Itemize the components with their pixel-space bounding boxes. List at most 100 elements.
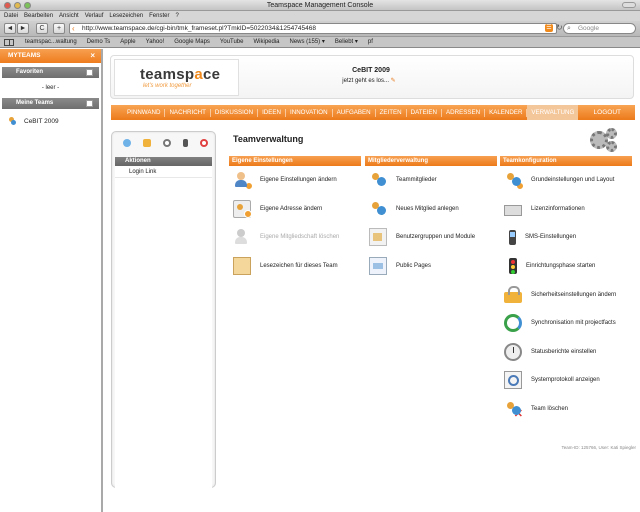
team-icon <box>8 117 17 126</box>
nav-nachricht[interactable]: NACHRICHT <box>165 108 211 117</box>
menu-fenster[interactable]: Fenster <box>149 11 169 21</box>
toolbar-toggle-button[interactable] <box>622 2 636 8</box>
add-bookmark-button[interactable]: + <box>53 23 65 34</box>
nav-aufgaben[interactable]: AUFGABEN <box>333 108 376 117</box>
user-delete-icon <box>233 228 251 246</box>
close-icon[interactable]: × <box>90 49 95 63</box>
url-field[interactable]: ‹ http://www.teamspace.de/cgi-bin/tmk_fr… <box>69 23 557 34</box>
sidebar-team-item[interactable]: CeBIT 2009 <box>0 109 101 126</box>
address-card-icon <box>233 199 252 218</box>
nav-zeiten[interactable]: ZEITEN <box>376 108 407 117</box>
bookmark-item[interactable]: pf <box>363 37 378 47</box>
nav-diskussion[interactable]: DISKUSSION <box>211 108 259 117</box>
bookmark-item[interactable]: Yahoo! <box>141 37 170 47</box>
login-link[interactable]: Login Link <box>115 166 212 178</box>
nav-dateien[interactable]: DATEIEN <box>407 108 443 117</box>
public-pages-icon <box>369 257 387 276</box>
user-groups-icon <box>369 228 387 247</box>
bookmark-icon <box>233 257 251 276</box>
teams-label: Meine Teams <box>16 100 54 106</box>
teams-edit-icon[interactable] <box>86 100 93 107</box>
myteams-header: MYTEAMS × <box>0 49 101 63</box>
nav-verwaltung[interactable]: VERWALTUNG <box>527 105 579 120</box>
public-pages-link[interactable]: Public Pages <box>365 252 497 281</box>
clock-icon <box>504 342 522 361</box>
window-title: Teamspace Management Console <box>266 2 374 9</box>
search-icon: ⌕ <box>567 25 571 32</box>
logout-link[interactable]: LOGOUT <box>594 109 621 116</box>
window-titlebar: Teamspace Management Console <box>0 0 640 11</box>
own-settings-column: Eigene Einstellungen Eigene Einstellunge… <box>229 156 361 280</box>
bookmarks-book-icon[interactable] <box>4 39 14 46</box>
bookmark-item[interactable]: Google Maps <box>169 37 215 47</box>
window-controls <box>4 2 31 9</box>
url-text: http://www.teamspace.de/cgi-bin/tmk_fram… <box>82 25 316 32</box>
menu-verlauf[interactable]: Verlauf <box>85 11 104 21</box>
back-button[interactable]: ◄ <box>4 23 16 34</box>
menu-ansicht[interactable]: Ansicht <box>59 11 79 21</box>
bookmark-item[interactable]: YouTube <box>215 37 249 47</box>
edit-status-icon[interactable]: ✎ <box>391 78 396 84</box>
phone-icon[interactable] <box>183 139 188 147</box>
system-log-link[interactable]: Systemprotokoll anzeigen <box>500 366 632 395</box>
zoom-window-button[interactable] <box>24 2 31 9</box>
member-admin-header: Mitgliederverwaltung <box>365 156 497 166</box>
bookmark-item[interactable]: teamspac...waltung <box>20 37 82 47</box>
menu-bar: Datei Bearbeiten Ansicht Verlauf Lesezei… <box>0 11 640 21</box>
actions-panel: Aktionen Login Link <box>111 131 216 488</box>
delete-team-link[interactable]: ✕ Team löschen <box>500 395 632 424</box>
sync-projectfacts-link[interactable]: Synchronisation mit projectfacts <box>500 309 632 338</box>
minimize-window-button[interactable] <box>14 2 21 9</box>
team-bookmark-link[interactable]: Lesezeichen für dieses Team <box>229 252 361 281</box>
security-settings-link[interactable]: Sicherheitseinstellungen ändern <box>500 280 632 309</box>
search-icon[interactable] <box>163 139 171 147</box>
status-reports-link[interactable]: Statusberichte einstellen <box>500 338 632 367</box>
nav-pinnwand[interactable]: PINNWAND <box>123 108 166 117</box>
refresh-icon[interactable]: ↻ <box>556 24 563 32</box>
edit-own-address-link[interactable]: Eigene Adresse ändern <box>229 195 361 224</box>
help-icon[interactable] <box>200 139 208 147</box>
team-members-link[interactable]: Teammitglieder <box>365 166 497 195</box>
bookmark-item[interactable]: Wikipedia <box>248 37 284 47</box>
reload-button[interactable]: C <box>36 23 48 34</box>
basic-settings-link[interactable]: Grundeinstellungen und Layout <box>500 166 632 195</box>
forward-button[interactable]: ► <box>17 23 29 34</box>
actions-body <box>115 178 212 488</box>
basic-settings-icon <box>504 171 524 191</box>
sms-settings-link[interactable]: SMS-Einstellungen <box>500 223 632 252</box>
nav-kalender[interactable]: KALENDER <box>485 108 528 117</box>
nav-adressen[interactable]: ADRESSEN <box>442 108 486 117</box>
license-icon <box>504 205 522 217</box>
team-title: CeBIT 2009 <box>352 67 390 74</box>
menu-bearbeiten[interactable]: Bearbeiten <box>24 11 53 21</box>
add-user-icon: + <box>369 200 387 218</box>
nav-innovation[interactable]: INNOVATION <box>286 108 333 117</box>
bookmark-item[interactable]: News (155) ▾ <box>285 37 330 47</box>
panel-toolbar <box>112 132 215 152</box>
favorites-label: Favoriten <box>16 69 44 75</box>
myteams-title: MYTEAMS <box>8 52 41 59</box>
user-icon[interactable] <box>143 139 151 147</box>
close-window-button[interactable] <box>4 2 11 9</box>
edit-own-settings-link[interactable]: Eigene Einstellungen ändern <box>229 166 361 195</box>
menu-help[interactable]: ? <box>175 11 178 21</box>
teamspace-logo[interactable]: teamspace <box>140 66 220 83</box>
site-favicon-icon: ‹ <box>72 24 75 33</box>
search-field[interactable]: ⌕ Google <box>563 23 636 34</box>
menu-datei[interactable]: Datei <box>4 11 18 21</box>
teams-section-header: Meine Teams <box>2 98 99 109</box>
bookmark-item[interactable]: Demo Ts <box>82 37 116 47</box>
menu-lesezeichen[interactable]: Lesezeichen <box>109 11 143 21</box>
member-admin-column: Mitgliederverwaltung Teammitglieder + Ne… <box>365 156 497 280</box>
user-groups-link[interactable]: Benutzergruppen und Module <box>365 223 497 252</box>
log-magnifier-icon <box>504 371 522 390</box>
nav-ideen[interactable]: IDEEN <box>258 108 286 117</box>
favorites-edit-icon[interactable] <box>86 69 93 76</box>
add-member-link[interactable]: + Neues Mitglied anlegen <box>365 195 497 224</box>
rss-icon[interactable]: ☰ <box>545 24 553 32</box>
bookmark-item[interactable]: Apple <box>115 37 140 47</box>
chat-icon[interactable] <box>123 139 131 147</box>
license-info-link[interactable]: Lizenzinformationen <box>500 195 632 224</box>
bookmark-item[interactable]: Beliebt ▾ <box>330 37 363 47</box>
setup-phase-link[interactable]: Einrichtungsphase starten <box>500 252 632 281</box>
